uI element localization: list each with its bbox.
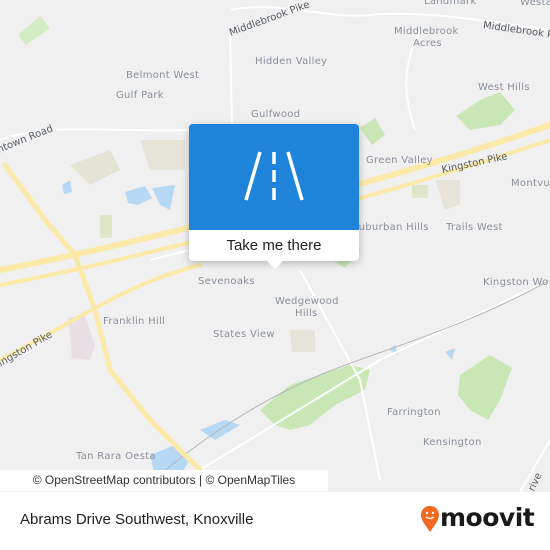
- place-label: Green Valley: [366, 155, 433, 166]
- park-area: [360, 118, 385, 145]
- place-label: Wedgewood: [275, 296, 339, 307]
- landuse-area: [100, 215, 112, 238]
- landuse-area: [412, 185, 428, 198]
- place-label: Trails West: [446, 222, 503, 233]
- moovit-wordmark: moovit: [440, 503, 535, 532]
- park-area: [18, 16, 50, 45]
- popup-pointer: [266, 260, 284, 269]
- water-body: [200, 420, 240, 440]
- park-area: [260, 365, 370, 430]
- place-label: Gulfwood: [251, 109, 301, 120]
- water-body: [445, 348, 455, 360]
- landuse-area: [70, 150, 120, 185]
- destination-popup[interactable]: Take me there: [189, 124, 359, 269]
- take-me-there-button[interactable]: Take me there: [189, 230, 359, 261]
- landuse-area: [290, 330, 315, 352]
- place-label: Franklin Hill: [103, 316, 166, 327]
- place-label: Hills: [295, 308, 318, 319]
- place-label: Farrington: [387, 407, 441, 418]
- landuse-area: [140, 140, 185, 170]
- water-body: [62, 180, 72, 194]
- place-label: Tan Rara Oesta: [76, 451, 156, 462]
- place-label: Westa: [520, 0, 550, 8]
- place-label: Landmark: [424, 0, 477, 7]
- place-label: Belmont West: [126, 70, 200, 81]
- place-label: Suburban Hills: [352, 222, 429, 233]
- place-label: Hidden Valley: [255, 56, 328, 67]
- water-body: [152, 185, 175, 210]
- park-area: [458, 355, 512, 420]
- map-attribution[interactable]: © OpenStreetMap contributors | © OpenMap…: [0, 470, 328, 491]
- map[interactable]: Landmark Westa Belmont West Gulf Park Hi…: [0, 0, 550, 492]
- landuse-area: [435, 180, 460, 210]
- place-label: Middlebrook: [394, 26, 459, 37]
- place-label: Gulf Park: [116, 90, 164, 101]
- road-icon: [244, 151, 304, 201]
- moovit-pin-icon: [421, 506, 439, 532]
- place-label: West Hills: [478, 82, 530, 93]
- popup-header[interactable]: [189, 124, 359, 230]
- place-label: Kingston Wo: [483, 277, 549, 288]
- place-label: Kensington: [423, 437, 482, 448]
- water-body: [125, 186, 152, 205]
- place-label: Acres: [413, 38, 442, 49]
- destination-address: Abrams Drive Southwest, Knoxville: [20, 511, 254, 528]
- place-label: Montvu: [511, 178, 550, 189]
- place-label: Sevenoaks: [198, 276, 255, 287]
- park-area: [456, 92, 515, 130]
- place-label: States View: [213, 329, 275, 340]
